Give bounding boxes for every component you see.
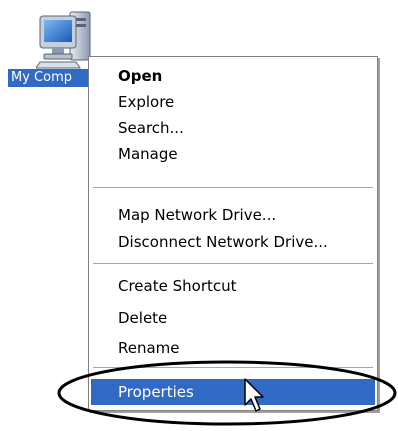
context-menu: Open Explore Search... Manage Map Networ… [88, 56, 378, 411]
menu-item-search[interactable]: Search... [91, 115, 375, 141]
menu-item-delete[interactable]: Delete [91, 305, 375, 331]
highlight-ellipse [57, 360, 397, 426]
desktop-icon-label: My Comp [8, 69, 90, 87]
menu-separator [93, 263, 373, 264]
menu-item-disconnect-network-drive[interactable]: Disconnect Network Drive... [91, 229, 375, 255]
computer-icon [36, 11, 91, 69]
menu-item-manage[interactable]: Manage [91, 141, 375, 167]
menu-item-open[interactable]: Open [91, 63, 375, 89]
mouse-pointer-icon [244, 378, 264, 412]
menu-separator [93, 187, 373, 188]
menu-item-explore[interactable]: Explore [91, 89, 375, 115]
my-computer-desktop-icon[interactable]: My Comp [0, 0, 91, 100]
menu-item-rename[interactable]: Rename [91, 335, 375, 361]
menu-item-create-shortcut[interactable]: Create Shortcut [91, 273, 375, 299]
menu-item-map-network-drive[interactable]: Map Network Drive... [91, 202, 375, 228]
